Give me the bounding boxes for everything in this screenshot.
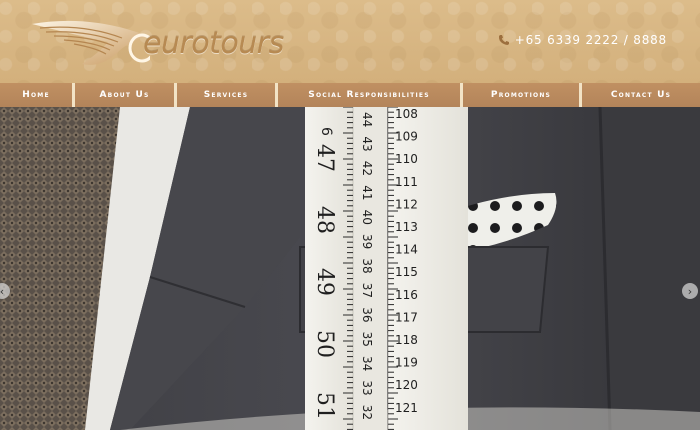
phone-icon <box>498 35 509 45</box>
tape-number: 115 <box>395 265 418 279</box>
nav-social-responsibilities[interactable]: Social Responsibilities <box>278 83 460 107</box>
tape-number: 120 <box>395 378 418 392</box>
nav-promotions[interactable]: Promotions <box>463 83 579 107</box>
tape-number: 116 <box>395 288 418 302</box>
tape-number: 36 <box>360 307 374 322</box>
tape-number: 37 <box>360 283 374 298</box>
tape-number: 112 <box>395 197 418 211</box>
nav-about-us[interactable]: About Us <box>75 83 174 107</box>
tape-number: 33 <box>360 380 374 395</box>
tape-number: 47 <box>312 144 337 172</box>
tape-number: 108 <box>395 107 418 121</box>
tape-number: 113 <box>395 220 418 234</box>
wing-logo-icon <box>32 20 150 65</box>
phone-contact[interactable]: +65 6339 2222 / 8888 <box>498 33 667 47</box>
tape-number: 44 <box>360 112 374 127</box>
slider-next-arrow-icon[interactable]: › <box>682 283 698 299</box>
tape-number: 50 <box>312 330 337 358</box>
tape-number: 40 <box>360 210 374 225</box>
tape-number: 117 <box>395 310 418 324</box>
tape-number: 111 <box>395 175 418 189</box>
tape-number: 42 <box>360 161 374 176</box>
hero-image-suit-tape: 6 4443424140393837363534333231 474849505… <box>0 107 700 430</box>
tape-number: 32 <box>360 405 374 420</box>
phone-number: +65 6339 2222 / 8888 <box>514 33 667 47</box>
tape-number: 43 <box>360 136 374 151</box>
tape-number: 41 <box>360 185 374 200</box>
site-header: eurotours +65 6339 2222 / 8888 <box>0 0 700 83</box>
tape-number: 109 <box>395 130 418 144</box>
tape-number: 48 <box>312 206 337 234</box>
tape-top-small: 6 <box>318 127 334 136</box>
tape-number: 49 <box>312 268 337 296</box>
tape-number: 114 <box>395 243 418 257</box>
logo-wordmark: eurotours <box>143 26 284 61</box>
tape-number: 119 <box>395 356 418 370</box>
tape-number: 38 <box>360 258 374 273</box>
nav-contact-us[interactable]: Contact Us <box>582 83 700 107</box>
nav-services[interactable]: Services <box>177 83 275 107</box>
tape-number: 110 <box>395 152 418 166</box>
tape-number: 51 <box>312 392 337 420</box>
hero-slider: 6 4443424140393837363534333231 474849505… <box>0 107 700 430</box>
tape-number: 121 <box>395 401 418 415</box>
tape-number: 39 <box>360 234 374 249</box>
main-navigation: Home About Us Services Social Responsibi… <box>0 83 700 107</box>
tape-number: 34 <box>360 356 374 371</box>
nav-home[interactable]: Home <box>0 83 72 107</box>
tape-number: 118 <box>395 333 418 347</box>
eurotours-logo[interactable]: eurotours <box>30 14 284 70</box>
tape-number: 35 <box>360 332 374 347</box>
